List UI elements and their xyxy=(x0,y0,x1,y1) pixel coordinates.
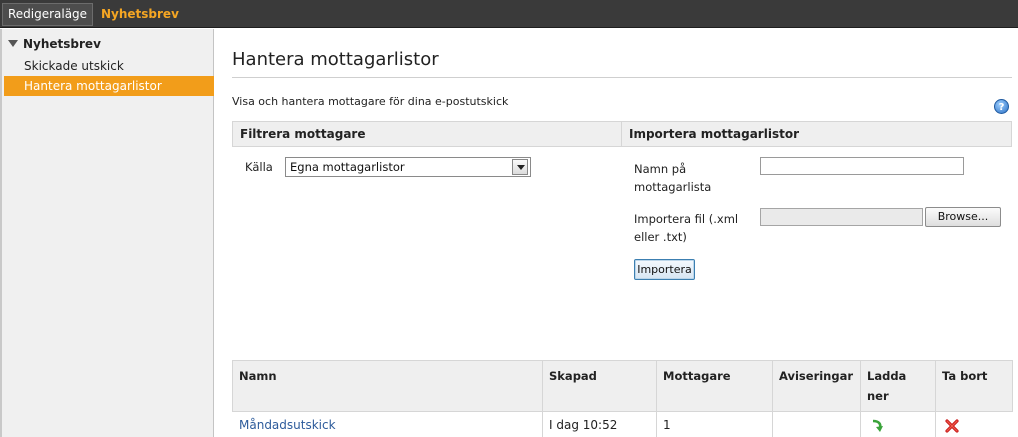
download-header-line2: ner xyxy=(867,389,889,403)
column-header-delete[interactable]: Ta bort xyxy=(935,360,1013,412)
app-title[interactable]: Nyhetsbrev xyxy=(101,0,179,28)
sidebar-section-label: Nyhetsbrev xyxy=(23,37,101,51)
sidebar-item-manage-lists[interactable]: Hantera mottagarlistor xyxy=(4,76,214,96)
source-label: Källa xyxy=(245,160,273,174)
list-name-link[interactable]: Måndadsutskick xyxy=(239,418,336,432)
download-cell xyxy=(860,411,936,437)
column-header-created[interactable]: Skapad xyxy=(542,360,657,412)
column-header-download[interactable]: Ladda ner xyxy=(860,360,936,412)
import-panel-heading: Importera mottagarlistor xyxy=(621,121,1012,147)
top-toolbar: Redigeraläge Nyhetsbrev xyxy=(0,0,1018,28)
download-header-line1: Ladda xyxy=(867,369,907,383)
import-file-label-line2: eller .txt) xyxy=(634,230,687,244)
main-content: Hantera mottagarlistor Visa och hantera … xyxy=(215,29,1018,437)
list-name-label-line2: mottagarlista xyxy=(634,180,712,194)
table-row: Måndadsutskick I dag 10:52 1 xyxy=(233,411,1013,437)
import-button[interactable]: Importera xyxy=(634,259,695,280)
expand-triangle-icon xyxy=(8,40,18,47)
column-header-notifications[interactable]: Aviseringar xyxy=(772,360,861,412)
sidebar-item-sent-mailings[interactable]: Skickade utskick xyxy=(4,56,214,76)
created-cell: I dag 10:52 xyxy=(542,411,657,437)
delete-cell xyxy=(935,411,1013,437)
chevron-down-icon[interactable] xyxy=(512,159,528,175)
list-name-input[interactable] xyxy=(760,157,964,175)
source-select-value: Egna mottagarlistor xyxy=(290,160,405,174)
help-icon[interactable]: ? xyxy=(994,99,1009,114)
recipients-cell: 1 xyxy=(656,411,773,437)
recipient-lists-table: Namn Skapad Mottagare Aviseringar Ladda n… xyxy=(232,360,1013,437)
page-title: Hantera mottagarlistor xyxy=(232,49,439,70)
filter-panel-heading: Filtrera mottagare xyxy=(232,121,622,147)
import-file-path-field[interactable] xyxy=(760,208,923,226)
table-header-row: Namn Skapad Mottagare Aviseringar Ladda n… xyxy=(232,360,1013,412)
browse-button[interactable]: Browse... xyxy=(925,207,1001,227)
title-divider xyxy=(232,77,1012,78)
column-header-name[interactable]: Namn xyxy=(232,360,543,412)
sidebar-section-newsletter[interactable]: Nyhetsbrev xyxy=(8,37,101,51)
download-arrow-icon[interactable] xyxy=(870,419,884,433)
sidebar: Nyhetsbrev Skickade utskick Hantera mott… xyxy=(0,29,214,437)
source-select[interactable]: Egna mottagarlistor xyxy=(285,157,531,177)
notifications-cell xyxy=(772,411,861,437)
page-description: Visa och hantera mottagare för dina e-po… xyxy=(232,95,509,108)
column-header-recipients[interactable]: Mottagare xyxy=(656,360,773,412)
edit-mode-button[interactable]: Redigeraläge xyxy=(2,3,93,26)
delete-x-icon[interactable] xyxy=(945,419,959,433)
